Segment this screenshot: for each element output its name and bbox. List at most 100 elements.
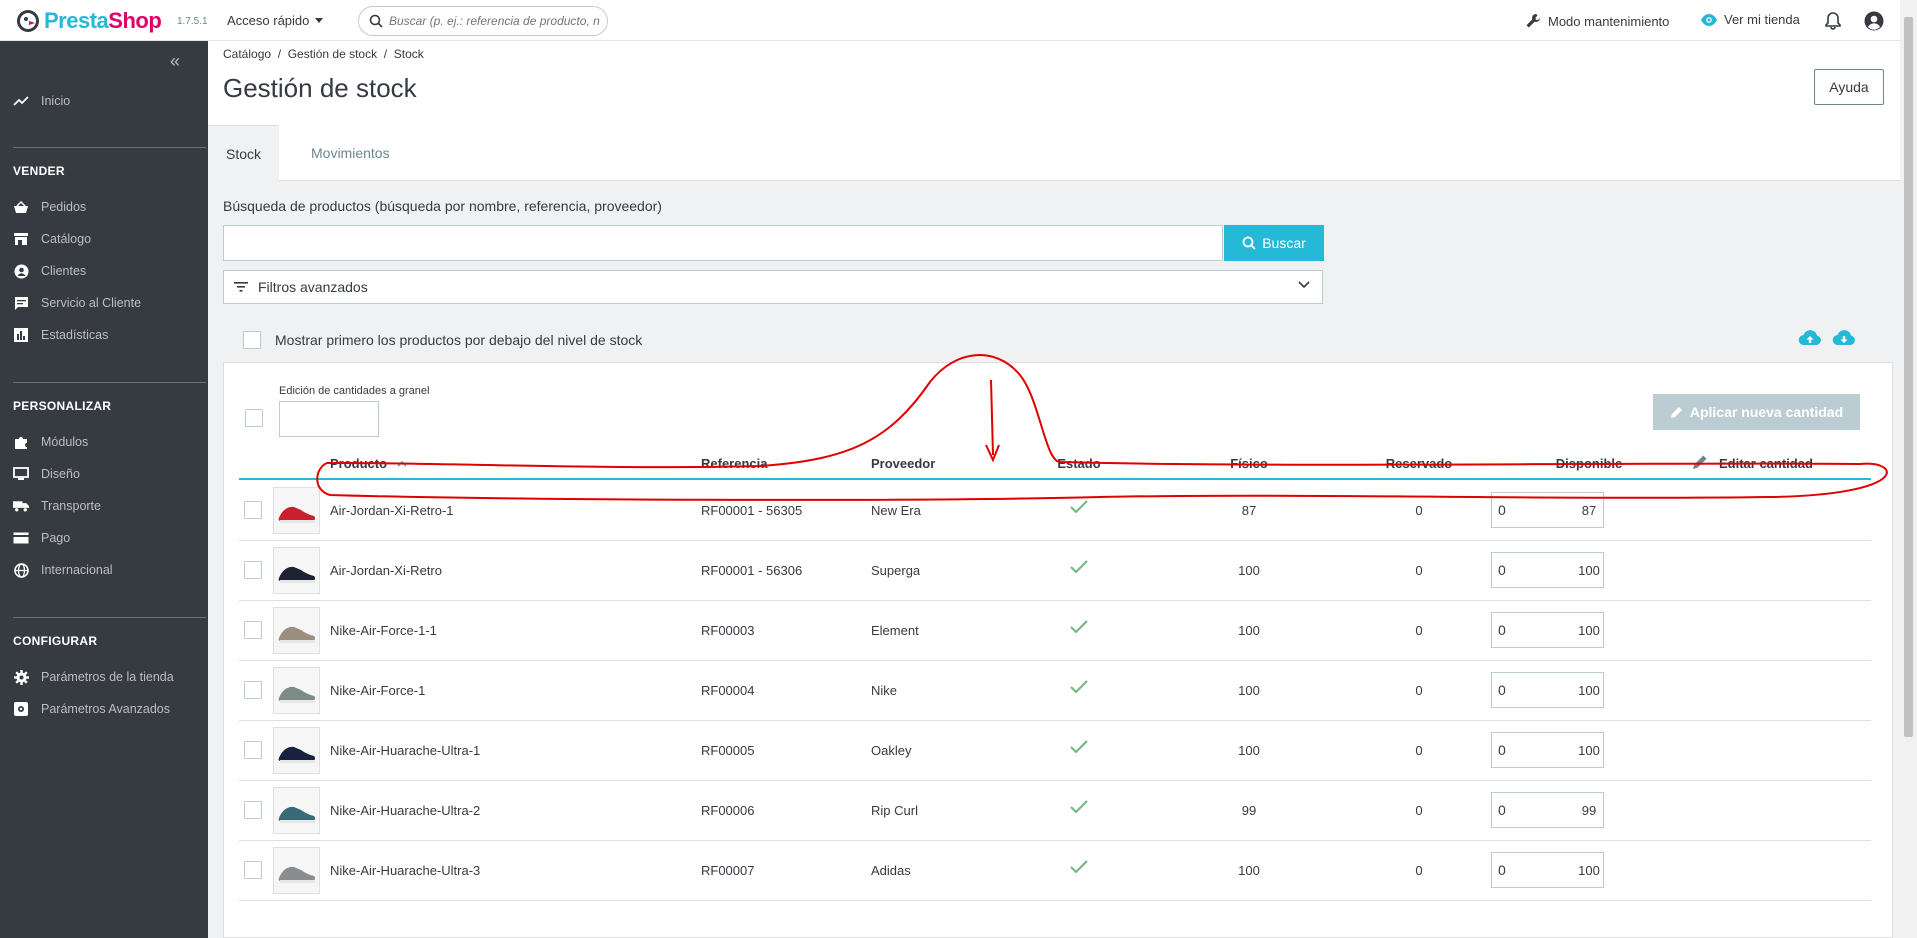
truck-icon [13, 499, 29, 513]
product-name[interactable]: Air-Jordan-Xi-Retro-1 [330, 503, 454, 518]
reserved-quantity: 0 [1415, 503, 1423, 518]
maintenance-link[interactable]: Modo mantenimiento [1524, 12, 1669, 30]
edit-quantity-input[interactable]: 0 [1491, 732, 1604, 768]
low-stock-checkbox[interactable] [243, 331, 261, 349]
row-checkbox[interactable] [244, 501, 262, 519]
table-row: Nike-Air-Force-1 RF00004 Nike 100 0 100 0 [239, 661, 1871, 721]
settings-box-icon [13, 702, 29, 716]
status-check-icon [1070, 740, 1088, 757]
row-checkbox[interactable] [244, 561, 262, 579]
sidebar-item-inicio[interactable]: Inicio [13, 94, 70, 108]
page-title: Gestión de stock [223, 73, 417, 103]
sidebar-item-label: Módulos [41, 435, 89, 449]
trending-up-icon [13, 94, 29, 108]
breadcrumb[interactable]: Catálogo / Gestión de stock / Stock [223, 47, 424, 61]
sidebar-item-estadisticas[interactable]: Estadísticas [13, 328, 108, 342]
version-label: 1.7.5.1 [177, 16, 208, 27]
cloud-download-icon[interactable] [1832, 329, 1856, 347]
product-supplier: Oakley [871, 743, 912, 758]
product-supplier: Element [871, 623, 919, 638]
prestashop-logo[interactable]: PrestaShop [16, 8, 162, 34]
product-reference: RF00003 [701, 623, 755, 638]
sidebar-item-diseno[interactable]: Diseño [13, 467, 80, 481]
status-check-icon [1070, 680, 1088, 697]
advanced-filters-toggle[interactable]: Filtros avanzados [223, 270, 1323, 304]
maintenance-label: Modo mantenimiento [1548, 13, 1670, 29]
sidebar-item-pago[interactable]: Pago [13, 531, 70, 545]
collapse-sidebar-icon[interactable]: « [170, 51, 180, 72]
search-button[interactable]: Buscar [1224, 225, 1324, 261]
bulk-quantity-input[interactable] [279, 401, 379, 437]
tab-stock[interactable]: Stock [208, 125, 280, 181]
header-search-input[interactable] [389, 14, 604, 28]
edit-quantity-input[interactable]: 0 [1491, 612, 1604, 648]
status-check-icon [1070, 500, 1088, 517]
col-header-reservado[interactable]: Reservado [1386, 456, 1452, 471]
quick-access-label: Acceso rápido [227, 13, 310, 28]
scrollbar-thumb[interactable] [1904, 17, 1913, 737]
edit-quantity-input[interactable]: 0 [1491, 852, 1604, 888]
col-header-estado[interactable]: Estado [1057, 456, 1100, 471]
row-checkbox[interactable] [244, 741, 262, 759]
product-thumbnail [273, 727, 320, 774]
account-icon[interactable] [1864, 11, 1884, 31]
search-button-label: Buscar [1262, 235, 1306, 251]
col-header-referencia[interactable]: Referencia [701, 456, 767, 471]
physical-quantity: 100 [1238, 683, 1260, 698]
sidebar-item-modulos[interactable]: Módulos [13, 435, 88, 449]
sidebar: « Inicio VENDER Pedidos Catálogo Cliente… [0, 41, 208, 938]
view-store-link[interactable]: Ver mi tienda [1700, 12, 1800, 27]
reserved-quantity: 0 [1415, 743, 1423, 758]
sort-asc-icon [397, 460, 407, 467]
product-search-input[interactable] [223, 225, 1223, 261]
col-header-proveedor[interactable]: Proveedor [871, 456, 935, 471]
sidebar-item-parametros-avanzados[interactable]: Parámetros Avanzados [13, 702, 170, 716]
sidebar-item-servicio-cliente[interactable]: Servicio al Cliente [13, 296, 141, 310]
row-checkbox[interactable] [244, 861, 262, 879]
col-header-producto[interactable]: Producto [330, 456, 407, 471]
sidebar-section-vender: VENDER [13, 164, 65, 178]
sidebar-item-pedidos[interactable]: Pedidos [13, 200, 86, 214]
row-checkbox[interactable] [244, 801, 262, 819]
row-checkbox[interactable] [244, 621, 262, 639]
sidebar-item-parametros-tienda[interactable]: Parámetros de la tienda [13, 669, 174, 685]
product-name[interactable]: Nike-Air-Huarache-Ultra-2 [330, 803, 480, 818]
low-stock-first-toggle[interactable]: Mostrar primero los productos por debajo… [243, 331, 642, 349]
sidebar-item-internacional[interactable]: Internacional [13, 562, 113, 578]
physical-quantity: 100 [1238, 863, 1260, 878]
sidebar-item-transporte[interactable]: Transporte [13, 499, 101, 513]
low-stock-label: Mostrar primero los productos por debajo… [275, 332, 643, 348]
desktop-icon [13, 467, 29, 481]
apply-new-quantity-button[interactable]: Aplicar nueva cantidad [1653, 394, 1860, 430]
edit-quantity-input[interactable]: 0 [1491, 552, 1604, 588]
col-header-disponible[interactable]: Disponible [1556, 456, 1622, 471]
row-checkbox[interactable] [244, 681, 262, 699]
help-button[interactable]: Ayuda [1814, 69, 1884, 105]
product-name[interactable]: Nike-Air-Huarache-Ultra-1 [330, 743, 480, 758]
cloud-upload-icon[interactable] [1798, 329, 1822, 347]
bell-icon[interactable] [1825, 12, 1841, 30]
product-name[interactable]: Nike-Air-Huarache-Ultra-3 [330, 863, 480, 878]
header-search[interactable] [358, 6, 608, 36]
stock-table-card: Edición de cantidades a granel Aplicar n… [223, 362, 1893, 938]
select-all-checkbox[interactable] [245, 409, 263, 427]
edit-quantity-input[interactable]: 0 [1491, 672, 1604, 708]
product-name[interactable]: Nike-Air-Force-1-1 [330, 623, 437, 638]
product-thumbnail [273, 787, 320, 834]
edit-quantity-input[interactable]: 0 [1491, 792, 1604, 828]
page-scrollbar[interactable] [1900, 0, 1917, 938]
col-header-fisico[interactable]: Físico [1230, 456, 1268, 471]
physical-quantity: 87 [1241, 503, 1257, 518]
table-row: Nike-Air-Force-1-1 RF00003 Element 100 0 100 0 [239, 601, 1871, 661]
product-name[interactable]: Nike-Air-Force-1 [330, 683, 425, 698]
product-reference: RF00001 - 56305 [701, 503, 803, 518]
edit-quantity-input[interactable]: 0 [1491, 492, 1604, 528]
reserved-quantity: 0 [1415, 803, 1423, 818]
sidebar-item-catalogo[interactable]: Catálogo [13, 232, 91, 246]
product-supplier: Superga [871, 563, 921, 578]
product-name[interactable]: Air-Jordan-Xi-Retro [330, 563, 442, 578]
chat-icon [13, 296, 29, 310]
tab-movimientos[interactable]: Movimientos [293, 125, 408, 181]
quick-access-dropdown[interactable]: Acceso rápido [227, 13, 324, 28]
sidebar-item-clientes[interactable]: Clientes [13, 264, 86, 278]
